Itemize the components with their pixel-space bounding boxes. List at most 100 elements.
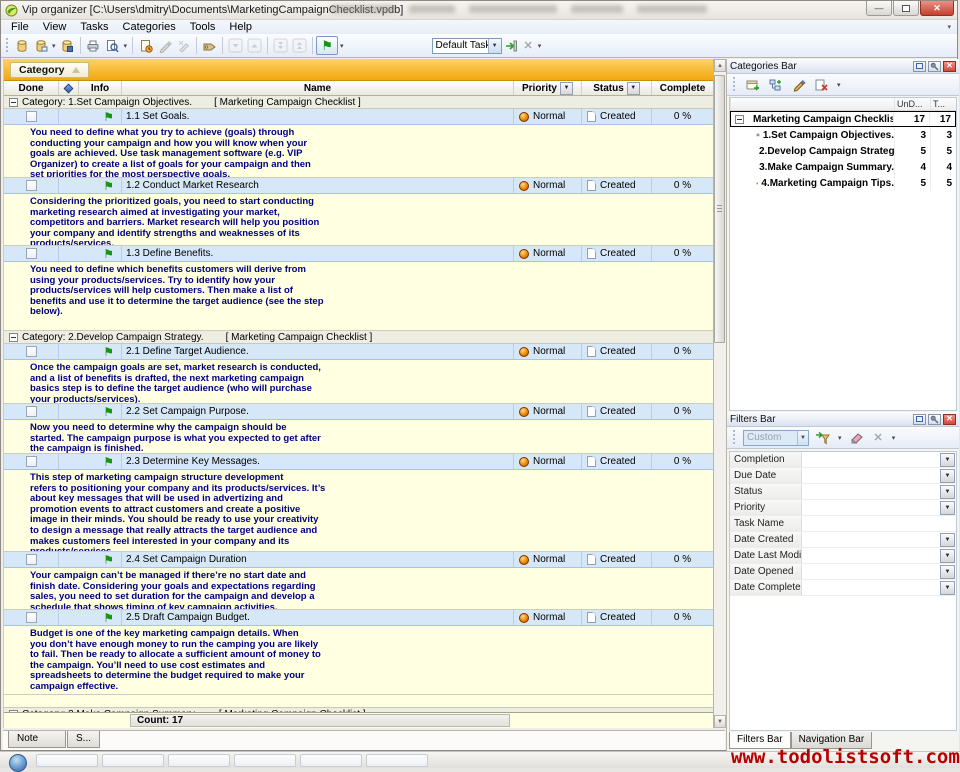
task-name[interactable]: 2.4 Set Campaign Duration xyxy=(122,552,514,567)
filter-value[interactable] xyxy=(802,548,940,563)
edit-task-icon[interactable] xyxy=(155,36,174,55)
edit-category-icon[interactable] xyxy=(789,75,808,94)
task-row[interactable]: ⚑ 2.4 Set Campaign Duration Normal Creat… xyxy=(4,552,713,568)
group-by-category-chip[interactable]: Category xyxy=(10,62,89,78)
filter-value[interactable] xyxy=(802,564,940,579)
taskbar-app-button[interactable] xyxy=(168,754,230,767)
close-button[interactable]: ✕ xyxy=(920,1,954,16)
float-panel-icon[interactable] xyxy=(913,414,926,425)
column-priority-flag[interactable] xyxy=(59,81,79,95)
move-up-icon[interactable] xyxy=(245,36,264,55)
filter-value[interactable] xyxy=(802,468,940,483)
flag-filter-button[interactable]: ⚑ xyxy=(316,36,338,55)
move-down-icon[interactable] xyxy=(226,36,245,55)
taskbar-app-button[interactable] xyxy=(300,754,362,767)
maximize-button[interactable] xyxy=(893,1,919,16)
close-panel-icon[interactable]: ✕ xyxy=(943,414,956,425)
taskbar-app-button[interactable] xyxy=(366,754,428,767)
filter-dropdown-icon[interactable]: ▼ xyxy=(940,501,955,515)
task-description-row[interactable]: You need to define what you try to achie… xyxy=(4,125,713,178)
new-task-icon[interactable] xyxy=(136,36,155,55)
collapse-tree-icon[interactable] xyxy=(735,115,744,124)
column-done[interactable]: Done xyxy=(4,81,59,95)
column-complete[interactable]: Complete xyxy=(652,81,713,95)
vertical-scrollbar[interactable]: ▲ ▼ xyxy=(713,59,725,728)
task-name[interactable]: 1.3 Define Benefits. xyxy=(122,246,514,261)
menu-tools[interactable]: Tools xyxy=(183,20,223,34)
apply-filter-dropdown-icon[interactable]: ▾ xyxy=(836,434,844,442)
delete-category-icon[interactable] xyxy=(812,75,831,94)
task-checkbox[interactable] xyxy=(26,612,37,623)
open-database-icon[interactable] xyxy=(31,36,50,55)
menu-overflow-chevron-icon[interactable]: ▾ xyxy=(947,23,951,31)
task-checkbox[interactable] xyxy=(26,406,37,417)
column-name[interactable]: Name xyxy=(122,81,514,95)
filter-dropdown-icon[interactable]: ▼ xyxy=(940,485,955,499)
task-description-row[interactable]: Now you need to determine why the campai… xyxy=(4,420,713,454)
print-icon[interactable] xyxy=(84,36,103,55)
category-group-row[interactable]: Category: 1.Set Campaign Objectives. [ M… xyxy=(4,96,713,109)
filter-dropdown-icon[interactable]: ▼ xyxy=(940,453,955,467)
filter-value[interactable] xyxy=(802,580,940,595)
task-view-combobox[interactable]: Default Task V ▼ xyxy=(432,38,502,54)
task-name[interactable]: 1.2 Conduct Market Research xyxy=(122,178,514,193)
clear-filter-icon[interactable] xyxy=(848,428,867,447)
task-checkbox[interactable] xyxy=(26,554,37,565)
task-description-row[interactable]: You need to define which benefits custom… xyxy=(4,262,713,331)
column-info[interactable]: Info xyxy=(79,81,122,95)
task-description-row[interactable]: Once the campaign goals are set, market … xyxy=(4,360,713,404)
save-database-icon[interactable] xyxy=(58,36,77,55)
clear-view-icon[interactable]: ✕ xyxy=(521,39,536,52)
scroll-up-icon[interactable]: ▲ xyxy=(714,59,726,72)
column-priority[interactable]: Priority▼ xyxy=(514,81,582,95)
taskbar-app-button[interactable] xyxy=(36,754,98,767)
status-filter-dropdown-icon[interactable]: ▼ xyxy=(627,82,640,95)
task-description-row[interactable]: This step of marketing campaign structur… xyxy=(4,470,713,552)
task-checkbox[interactable] xyxy=(26,456,37,467)
column-undone[interactable]: UnD... xyxy=(894,98,930,110)
task-checkbox[interactable] xyxy=(26,111,37,122)
task-checkbox[interactable] xyxy=(26,346,37,357)
filter-dropdown-icon[interactable]: ▼ xyxy=(940,581,955,595)
filter-value[interactable] xyxy=(802,500,940,515)
tree-item-root[interactable]: Marketing Campaign Checklist 17 17 xyxy=(730,111,956,127)
scrollbar-thumb[interactable] xyxy=(714,75,725,343)
task-name[interactable]: 2.1 Define Target Audience. xyxy=(122,344,514,359)
menu-file[interactable]: File xyxy=(4,20,36,34)
category-group-row[interactable]: Category: 2.Develop Campaign Strategy. [… xyxy=(4,331,713,344)
float-panel-icon[interactable] xyxy=(913,61,926,72)
filter-dropdown-icon[interactable]: ▼ xyxy=(940,565,955,579)
filter-value[interactable] xyxy=(802,452,940,467)
move-top-icon[interactable] xyxy=(290,36,309,55)
tree-item-category[interactable]: 4.Marketing Campaign Tips. 5 5 xyxy=(730,175,956,191)
filter-value[interactable] xyxy=(802,516,956,531)
tag-icon[interactable] xyxy=(200,36,219,55)
task-description-row[interactable]: Your campaign can’t be managed if there’… xyxy=(4,568,713,610)
filters-toolbar-dropdown-icon[interactable]: ▾ xyxy=(890,434,898,442)
new-subcategory-icon[interactable] xyxy=(766,75,785,94)
task-name[interactable]: 2.3 Determine Key Messages. xyxy=(122,454,514,469)
print-preview-icon[interactable] xyxy=(103,36,122,55)
task-name[interactable]: 1.1 Set Goals. xyxy=(122,109,514,124)
collapse-group-icon[interactable] xyxy=(9,333,18,342)
tree-item-category[interactable]: 3.Make Campaign Summary. 4 4 xyxy=(730,159,956,175)
taskbar-app-button[interactable] xyxy=(234,754,296,767)
task-row[interactable]: ⚑ 2.1 Define Target Audience. Normal Cre… xyxy=(4,344,713,360)
task-description-row[interactable]: Budget is one of the key marketing campa… xyxy=(4,626,713,695)
remove-filter-icon[interactable]: ✕ xyxy=(871,431,886,444)
menu-help[interactable]: Help xyxy=(222,20,259,34)
task-row[interactable]: ⚑ 1.1 Set Goals. Normal Created 0 % xyxy=(4,109,713,125)
filter-dropdown-icon[interactable]: ▼ xyxy=(940,549,955,563)
collapse-group-icon[interactable] xyxy=(9,98,18,107)
task-row[interactable]: ⚑ 2.2 Set Campaign Purpose. Normal Creat… xyxy=(4,404,713,420)
task-view-dropdown-icon[interactable]: ▼ xyxy=(488,39,501,53)
tree-item-category[interactable]: 1.Set Campaign Objectives. 3 3 xyxy=(730,127,956,143)
new-category-icon[interactable] xyxy=(743,75,762,94)
pin-panel-icon[interactable] xyxy=(928,414,941,425)
menu-view[interactable]: View xyxy=(36,20,74,34)
minimize-button[interactable]: — xyxy=(866,1,892,16)
task-row[interactable]: ⚑ 1.2 Conduct Market Research Normal Cre… xyxy=(4,178,713,194)
menu-tasks[interactable]: Tasks xyxy=(73,20,115,34)
delete-task-icon[interactable] xyxy=(174,36,193,55)
priority-filter-dropdown-icon[interactable]: ▼ xyxy=(560,82,573,95)
